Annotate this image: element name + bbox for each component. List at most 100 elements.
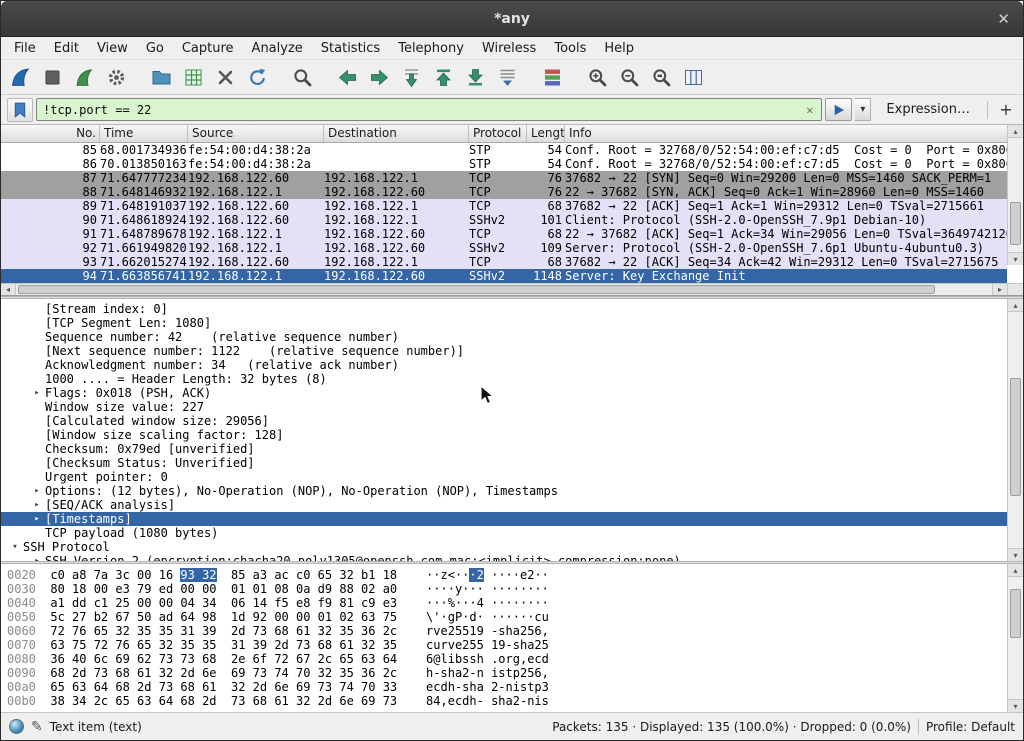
packet-row[interactable]: 9271.661949820192.168.122.1192.168.122.6… [1, 241, 1007, 255]
column-header-no[interactable]: No. [1, 125, 100, 142]
hex-line[interactable]: 0030 80 18 00 e3 79 ed 00 00 01 01 08 0a… [7, 582, 1007, 596]
expert-info-icon[interactable] [9, 719, 24, 734]
reload-icon[interactable] [243, 63, 271, 91]
scroll-right-icon[interactable]: ▸ [992, 284, 1007, 295]
packet-row[interactable]: 9371.662015274192.168.122.60192.168.122.… [1, 255, 1007, 269]
detail-line[interactable]: [Next sequence number: 1122 (relative se… [1, 344, 1007, 358]
hex-line[interactable]: 00a0 65 63 64 68 2d 73 68 61 32 2d 6e 69… [7, 680, 1007, 694]
hex-line[interactable]: 0090 68 2d 73 68 61 32 2d 6e 69 73 74 70… [7, 666, 1007, 680]
zoom-original-icon[interactable] [647, 63, 675, 91]
menu-item-file[interactable]: File [5, 38, 45, 59]
find-packet-icon[interactable] [288, 63, 316, 91]
hscroll-track[interactable] [16, 284, 992, 295]
status-profile[interactable]: Profile: Default [926, 720, 1015, 734]
column-header-proto[interactable]: Protocol [469, 125, 527, 142]
packet-row[interactable]: 8971.648191037192.168.122.60192.168.122.… [1, 199, 1007, 213]
menu-item-capture[interactable]: Capture [173, 38, 243, 59]
scroll-down-icon[interactable]: ▾ [1008, 548, 1023, 561]
expander-icon[interactable]: ▸ [29, 484, 45, 498]
detail-line[interactable]: Checksum: 0x79ed [unverified] [1, 442, 1007, 456]
detail-line[interactable]: ▸SSH Version 2 (encryption:chacha20-poly… [1, 554, 1007, 561]
detail-line[interactable]: ▾SSH Protocol [1, 540, 1007, 554]
packet-row[interactable]: 9071.648618924192.168.122.60192.168.122.… [1, 213, 1007, 227]
vscroll-track[interactable] [1008, 312, 1023, 548]
packet-row[interactable]: 8670.013850163fe:54:00:d4:38:2aSTP54Conf… [1, 157, 1007, 171]
vscroll-thumb[interactable] [1010, 589, 1021, 638]
scroll-up-icon[interactable]: ▴ [1008, 299, 1023, 312]
detail-line[interactable]: Sequence number: 42 (relative sequence n… [1, 330, 1007, 344]
filter-add-button[interactable]: + [995, 99, 1017, 121]
open-file-icon[interactable] [147, 63, 175, 91]
menu-item-go[interactable]: Go [137, 38, 173, 59]
detail-line[interactable]: Acknowledgment number: 34 (relative ack … [1, 358, 1007, 372]
go-back-icon[interactable] [333, 63, 361, 91]
colorize-icon[interactable] [538, 63, 566, 91]
hex-vscrollbar[interactable]: ▴ ▾ [1007, 564, 1023, 712]
menu-item-analyze[interactable]: Analyze [243, 38, 312, 59]
scroll-up-icon[interactable]: ▴ [1008, 564, 1023, 577]
expander-icon[interactable]: ▾ [7, 540, 23, 554]
menu-item-help[interactable]: Help [595, 38, 643, 59]
scroll-down-icon[interactable]: ▾ [1008, 252, 1023, 265]
menu-item-edit[interactable]: Edit [45, 38, 88, 59]
window-close-icon[interactable]: ✕ [997, 10, 1010, 28]
packet-row[interactable]: 8771.647777234192.168.122.60192.168.122.… [1, 171, 1007, 185]
expander-icon[interactable]: ▸ [29, 512, 45, 526]
detail-line[interactable]: [Calculated window size: 29056] [1, 414, 1007, 428]
hex-line[interactable]: 0050 5c 27 b2 67 50 ad 64 98 1d 92 00 00… [7, 610, 1007, 624]
column-header-time[interactable]: Time [100, 125, 188, 142]
column-header-len[interactable]: Length [527, 125, 565, 142]
auto-scroll-icon[interactable] [493, 63, 521, 91]
menu-item-tools[interactable]: Tools [545, 38, 595, 59]
restart-capture-icon[interactable] [70, 63, 98, 91]
detail-line[interactable]: 1000 .... = Header Length: 32 bytes (8) [1, 372, 1007, 386]
display-filter-input[interactable]: !tcp.port == 22 ✕ [36, 98, 822, 121]
detail-line[interactable]: ▸Options: (12 bytes), No-Operation (NOP)… [1, 484, 1007, 498]
vscroll-track[interactable] [1008, 138, 1023, 252]
stop-capture-icon[interactable] [38, 63, 66, 91]
menu-item-wireless[interactable]: Wireless [473, 38, 545, 59]
zoom-in-icon[interactable] [583, 63, 611, 91]
save-file-icon[interactable] [179, 63, 207, 91]
packet-list-vscrollbar[interactable]: ▴ ▾ [1007, 125, 1023, 265]
vscroll-track[interactable] [1008, 577, 1023, 699]
detail-line[interactable]: ▸[SEQ/ACK analysis] [1, 498, 1007, 512]
detail-line[interactable]: [Checksum Status: Unverified] [1, 456, 1007, 470]
detail-line[interactable]: [Window size scaling factor: 128] [1, 428, 1007, 442]
column-header-src[interactable]: Source [188, 125, 324, 142]
vscroll-thumb[interactable] [1010, 378, 1021, 496]
scroll-up-icon[interactable]: ▴ [1008, 125, 1023, 138]
column-header-dst[interactable]: Destination [324, 125, 469, 142]
start-capture-icon[interactable] [6, 63, 34, 91]
go-last-icon[interactable] [461, 63, 489, 91]
hex-line[interactable]: 0070 63 75 72 76 65 32 35 35 31 39 2d 73… [7, 638, 1007, 652]
go-first-icon[interactable] [429, 63, 457, 91]
go-forward-icon[interactable] [365, 63, 393, 91]
menu-item-statistics[interactable]: Statistics [312, 38, 389, 59]
detail-line[interactable]: TCP payload (1080 bytes) [1, 526, 1007, 540]
packet-row[interactable]: 8568.001734936fe:54:00:d4:38:2aSTP54Conf… [1, 143, 1007, 157]
filter-clear-icon[interactable]: ✕ [804, 103, 815, 117]
title-bar[interactable]: *any ✕ [1, 1, 1023, 37]
scroll-left-icon[interactable]: ◂ [1, 284, 16, 295]
detail-line[interactable]: [TCP Segment Len: 1080] [1, 316, 1007, 330]
packet-row[interactable]: 8871.648146932192.168.122.1192.168.122.6… [1, 185, 1007, 199]
close-file-icon[interactable] [211, 63, 239, 91]
hscroll-thumb[interactable] [18, 285, 935, 294]
filter-dropdown-icon[interactable]: ▾ [855, 98, 871, 121]
column-header-info[interactable]: Info [565, 125, 1023, 142]
details-vscrollbar[interactable]: ▴ ▾ [1007, 299, 1023, 561]
resize-columns-icon[interactable] [679, 63, 707, 91]
menu-item-view[interactable]: View [88, 38, 137, 59]
hex-line[interactable]: 00b0 38 34 2c 65 63 64 68 2d 73 68 61 32… [7, 694, 1007, 708]
scroll-down-icon[interactable]: ▾ [1008, 699, 1023, 712]
detail-line[interactable]: ▸[Timestamps] [1, 512, 1007, 526]
packet-list-hscrollbar[interactable]: ◂ ▸ [1, 283, 1023, 295]
detail-line[interactable]: ▸Flags: 0x018 (PSH, ACK) [1, 386, 1007, 400]
packet-row[interactable]: 9171.648789678192.168.122.1192.168.122.6… [1, 227, 1007, 241]
zoom-out-icon[interactable] [615, 63, 643, 91]
capture-comment-icon[interactable]: ✎ [31, 719, 43, 735]
hex-line[interactable]: 0080 36 40 6c 69 62 73 73 68 2e 6f 72 67… [7, 652, 1007, 666]
menu-item-telephony[interactable]: Telephony [389, 38, 473, 59]
vscroll-thumb[interactable] [1010, 202, 1021, 245]
